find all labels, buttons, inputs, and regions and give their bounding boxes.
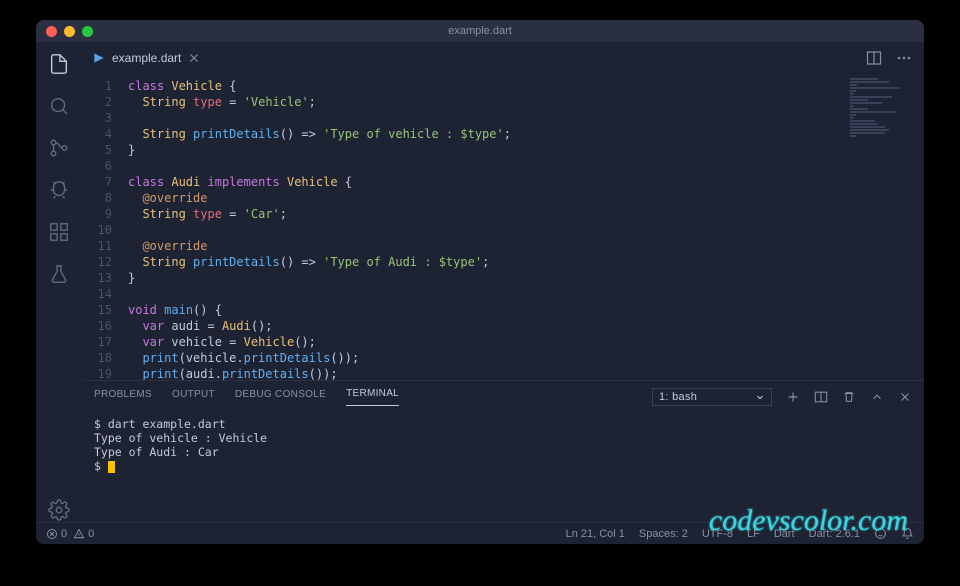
tab-terminal[interactable]: TERMINAL bbox=[346, 388, 399, 406]
editor-window: example.dart example.dart bbox=[36, 20, 924, 544]
dart-file-icon bbox=[92, 51, 106, 65]
new-terminal-icon[interactable] bbox=[786, 390, 800, 404]
sdk-status[interactable]: Dart: 2.6.1 bbox=[809, 528, 860, 540]
editor-area: example.dart 123456789101112131415161718… bbox=[82, 42, 924, 522]
test-icon[interactable] bbox=[47, 262, 71, 286]
tab-label: example.dart bbox=[112, 51, 181, 65]
language-status[interactable]: Dart bbox=[774, 528, 795, 540]
close-icon[interactable] bbox=[187, 51, 201, 65]
main-area: example.dart 123456789101112131415161718… bbox=[36, 42, 924, 522]
trash-icon[interactable] bbox=[842, 390, 856, 404]
chevron-up-icon[interactable] bbox=[870, 390, 884, 404]
split-terminal-icon[interactable] bbox=[814, 390, 828, 404]
close-panel-icon[interactable] bbox=[898, 390, 912, 404]
chevron-down-icon bbox=[755, 392, 765, 402]
maximize-window-button[interactable] bbox=[82, 26, 93, 37]
line-gutter: 1234567891011121314151617181920 bbox=[82, 74, 128, 380]
status-bar: 0 0 Ln 21, Col 1 Spaces: 2 UTF-8 LF Dart… bbox=[36, 522, 924, 544]
panel-tabs: PROBLEMS OUTPUT DEBUG CONSOLE TERMINAL 1… bbox=[82, 381, 924, 413]
minimap[interactable] bbox=[850, 78, 920, 138]
cursor-position[interactable]: Ln 21, Col 1 bbox=[566, 528, 625, 540]
warning-icon[interactable]: 0 bbox=[73, 528, 94, 540]
activity-bar bbox=[36, 42, 82, 522]
error-icon[interactable]: 0 bbox=[46, 528, 67, 540]
code-editor[interactable]: 1234567891011121314151617181920 class Ve… bbox=[82, 74, 924, 380]
encoding-status[interactable]: UTF-8 bbox=[702, 528, 733, 540]
explorer-icon[interactable] bbox=[47, 52, 71, 76]
code-content[interactable]: class Vehicle { String type = 'Vehicle';… bbox=[128, 74, 924, 380]
feedback-icon[interactable] bbox=[874, 527, 887, 540]
source-control-icon[interactable] bbox=[47, 136, 71, 160]
titlebar: example.dart bbox=[36, 20, 924, 42]
settings-icon[interactable] bbox=[47, 498, 71, 522]
bottom-panel: PROBLEMS OUTPUT DEBUG CONSOLE TERMINAL 1… bbox=[82, 380, 924, 522]
close-window-button[interactable] bbox=[46, 26, 57, 37]
tab-output[interactable]: OUTPUT bbox=[172, 389, 215, 406]
tab-bar: example.dart bbox=[82, 42, 924, 74]
tab-example-dart[interactable]: example.dart bbox=[82, 42, 211, 74]
split-editor-icon[interactable] bbox=[866, 50, 882, 66]
terminal-selector[interactable]: 1: bash bbox=[652, 388, 772, 406]
eol-status[interactable]: LF bbox=[747, 528, 760, 540]
tab-debug-console[interactable]: DEBUG CONSOLE bbox=[235, 389, 326, 406]
terminal-output[interactable]: $ dart example.dartType of vehicle : Veh… bbox=[82, 413, 924, 522]
traffic-lights bbox=[36, 26, 93, 37]
tab-actions bbox=[866, 50, 924, 66]
tab-problems[interactable]: PROBLEMS bbox=[94, 389, 152, 406]
minimize-window-button[interactable] bbox=[64, 26, 75, 37]
extensions-icon[interactable] bbox=[47, 220, 71, 244]
search-icon[interactable] bbox=[47, 94, 71, 118]
more-icon[interactable] bbox=[896, 50, 912, 66]
indent-status[interactable]: Spaces: 2 bbox=[639, 528, 688, 540]
bell-icon[interactable] bbox=[901, 527, 914, 540]
debug-icon[interactable] bbox=[47, 178, 71, 202]
window-title: example.dart bbox=[448, 25, 512, 37]
